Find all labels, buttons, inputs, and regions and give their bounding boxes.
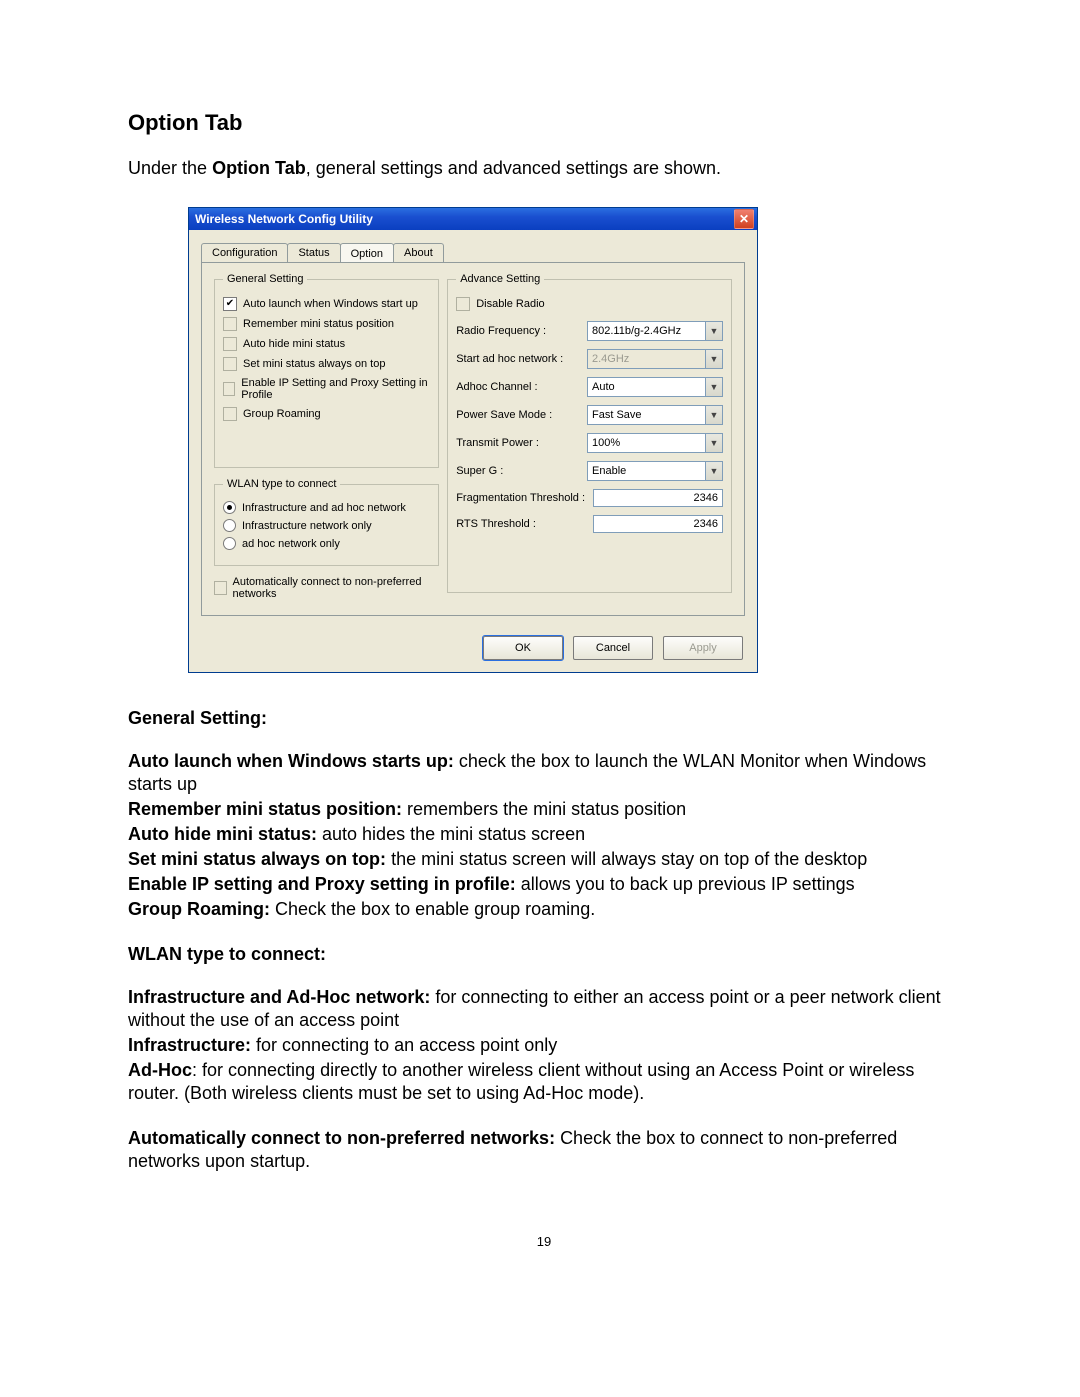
desc-ontop-b: Set mini status always on top:	[128, 849, 391, 869]
chevron-down-icon: ▼	[705, 462, 722, 480]
legend-general: General Setting	[223, 273, 307, 285]
label-auto-launch: Auto launch when Windows start up	[243, 298, 418, 310]
intro-text: Under the Option Tab, general settings a…	[128, 158, 960, 179]
legend-advance: Advance Setting	[456, 273, 544, 285]
desc-autoconn-b: Automatically connect to non-preferred n…	[128, 1128, 560, 1148]
tab-configuration[interactable]: Configuration	[201, 243, 288, 262]
page-number: 19	[128, 1234, 960, 1249]
value-radio-frequency: 802.11b/g-2.4GHz	[592, 325, 681, 337]
label-infra-only: Infrastructure network only	[242, 520, 372, 532]
chevron-down-icon: ▼	[705, 434, 722, 452]
chevron-down-icon: ▼	[705, 322, 722, 340]
checkbox-group-roaming	[223, 407, 237, 421]
label-infra-adhoc: Infrastructure and ad hoc network	[242, 502, 406, 514]
value-rts-threshold: 2346	[694, 518, 718, 530]
checkbox-disable-radio	[456, 297, 470, 311]
titlebar[interactable]: Wireless Network Config Utility ✕	[189, 208, 757, 230]
select-adhoc-channel[interactable]: Auto ▼	[587, 377, 723, 397]
dialog-window: Wireless Network Config Utility ✕ Config…	[188, 207, 758, 673]
label-power-save: Power Save Mode :	[456, 409, 552, 421]
intro-post: , general settings and advanced settings…	[306, 158, 721, 178]
legend-wlan: WLAN type to connect	[223, 478, 340, 490]
desc-auto-launch-b: Auto launch when Windows starts up:	[128, 751, 459, 771]
apply-button: Apply	[663, 636, 743, 660]
chevron-down-icon: ▼	[705, 406, 722, 424]
label-group-roaming: Group Roaming	[243, 408, 321, 420]
select-transmit-power[interactable]: 100% ▼	[587, 433, 723, 453]
intro-pre: Under the	[128, 158, 212, 178]
group-advance-setting: Advance Setting Disable Radio Radio Freq…	[447, 273, 732, 593]
desc-enableip-t: allows you to back up previous IP settin…	[521, 874, 855, 894]
desc-roaming-b: Group Roaming:	[128, 899, 275, 919]
value-super-g: Enable	[592, 465, 626, 477]
desc-infra-b: Infrastructure:	[128, 1035, 256, 1055]
input-frag-threshold[interactable]: 2346	[593, 489, 723, 507]
label-auto-connect: Automatically connect to non-preferred n…	[233, 576, 440, 600]
label-rts-threshold: RTS Threshold :	[456, 518, 536, 530]
value-frag-threshold: 2346	[694, 492, 718, 504]
label-start-adhoc: Start ad hoc network :	[456, 353, 563, 365]
checkbox-auto-hide	[223, 337, 237, 351]
radio-infra-only[interactable]	[223, 519, 236, 532]
value-adhoc-channel: Auto	[592, 381, 615, 393]
desc-infra-t: for connecting to an access point only	[256, 1035, 557, 1055]
label-radio-frequency: Radio Frequency :	[456, 325, 546, 337]
desc-autohide-t: auto hides the mini status screen	[322, 824, 585, 844]
desc-adhoc-b: Ad-Hoc	[128, 1060, 192, 1080]
tab-strip: Configuration Status Option About	[201, 240, 745, 262]
chevron-down-icon: ▼	[705, 378, 722, 396]
desc-remember-b: Remember mini status position:	[128, 799, 407, 819]
tab-about[interactable]: About	[393, 243, 444, 262]
select-radio-frequency[interactable]: 802.11b/g-2.4GHz ▼	[587, 321, 723, 341]
label-always-on-top: Set mini status always on top	[243, 358, 385, 370]
value-start-adhoc: 2.4GHz	[592, 353, 629, 365]
tab-option[interactable]: Option	[340, 243, 394, 263]
desc-adhoc-t: : for connecting directly to another wir…	[128, 1060, 914, 1103]
label-adhoc-channel: Adhoc Channel :	[456, 381, 537, 393]
page-title: Option Tab	[128, 110, 960, 136]
desc-infra-adhoc-b: Infrastructure and Ad-Hoc network:	[128, 987, 435, 1007]
description-body: General Setting: Auto launch when Window…	[128, 707, 960, 1174]
desc-remember-t: remembers the mini status position	[407, 799, 686, 819]
intro-bold: Option Tab	[212, 158, 306, 178]
heading-wlan-type: WLAN type to connect:	[128, 943, 960, 966]
checkbox-remember-position	[223, 317, 237, 331]
chevron-down-icon: ▼	[705, 350, 722, 368]
checkbox-auto-connect	[214, 581, 227, 595]
input-rts-threshold[interactable]: 2346	[593, 515, 723, 533]
group-wlan-type: WLAN type to connect Infrastructure and …	[214, 478, 439, 566]
checkbox-enable-ip	[223, 382, 235, 396]
heading-general-setting: General Setting:	[128, 707, 960, 730]
radio-adhoc-only[interactable]	[223, 537, 236, 550]
label-transmit-power: Transmit Power :	[456, 437, 539, 449]
select-super-g[interactable]: Enable ▼	[587, 461, 723, 481]
dialog-screenshot: Wireless Network Config Utility ✕ Config…	[188, 207, 960, 673]
cancel-button[interactable]: Cancel	[573, 636, 653, 660]
ok-button[interactable]: OK	[483, 636, 563, 660]
dialog-button-row: OK Cancel Apply	[189, 626, 757, 672]
desc-enableip-b: Enable IP setting and Proxy setting in p…	[128, 874, 521, 894]
label-adhoc-only: ad hoc network only	[242, 538, 340, 550]
tab-panel-option: General Setting Auto launch when Windows…	[201, 262, 745, 616]
checkbox-always-on-top	[223, 357, 237, 371]
label-remember-position: Remember mini status position	[243, 318, 394, 330]
tab-status[interactable]: Status	[287, 243, 340, 262]
window-title: Wireless Network Config Utility	[195, 212, 373, 226]
label-auto-hide: Auto hide mini status	[243, 338, 345, 350]
label-super-g: Super G :	[456, 465, 503, 477]
select-start-adhoc: 2.4GHz ▼	[587, 349, 723, 369]
value-power-save: Fast Save	[592, 409, 642, 421]
value-transmit-power: 100%	[592, 437, 620, 449]
radio-infra-adhoc[interactable]	[223, 501, 236, 514]
label-frag-threshold: Fragmentation Threshold :	[456, 492, 585, 504]
close-icon[interactable]: ✕	[734, 209, 754, 229]
desc-ontop-t: the mini status screen will always stay …	[391, 849, 867, 869]
label-disable-radio: Disable Radio	[476, 298, 544, 310]
desc-autohide-b: Auto hide mini status:	[128, 824, 322, 844]
label-enable-ip: Enable IP Setting and Proxy Setting in P…	[241, 377, 430, 401]
desc-roaming-t: Check the box to enable group roaming.	[275, 899, 595, 919]
select-power-save[interactable]: Fast Save ▼	[587, 405, 723, 425]
checkbox-auto-launch[interactable]	[223, 297, 237, 311]
group-general-setting: General Setting Auto launch when Windows…	[214, 273, 439, 468]
